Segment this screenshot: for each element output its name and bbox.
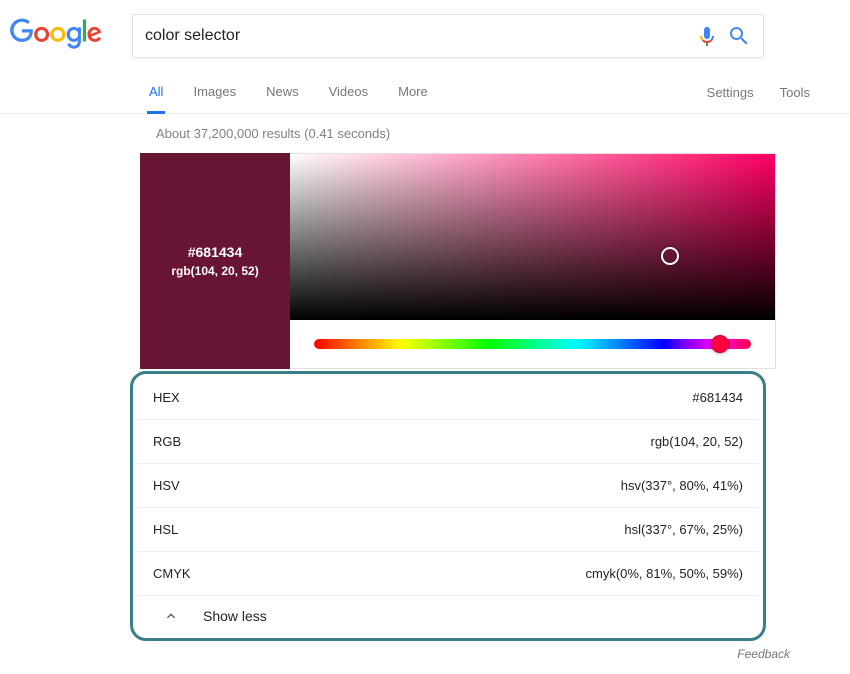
color-swatch: #681434 rgb(104, 20, 52) [140,153,290,369]
search-box[interactable] [132,14,764,58]
format-value: cmyk(0%, 81%, 50%, 59%) [585,566,743,581]
format-value: rgb(104, 20, 52) [650,434,743,449]
tools-link[interactable]: Tools [780,85,810,100]
header [0,0,850,72]
nav-tabs: All Images News Videos More [147,72,707,114]
nav-bar: All Images News Videos More Settings Too… [0,72,850,114]
format-row-cmyk: CMYK cmyk(0%, 81%, 50%, 59%) [137,552,759,596]
picker-area: #681434 rgb(104, 20, 52) [140,153,776,369]
format-label: CMYK [153,566,191,581]
picker-right [290,153,776,369]
format-value: hsl(337°, 67%, 25%) [624,522,743,537]
search-input[interactable] [145,27,695,45]
results-count: About 37,200,000 results (0.41 seconds) [0,114,850,153]
show-less-label: Show less [203,608,267,624]
color-formats-panel: HEX #681434 RGB rgb(104, 20, 52) HSV hsv… [130,371,766,641]
google-logo[interactable] [10,18,102,55]
hue-area [290,320,775,368]
microphone-icon[interactable] [695,24,719,48]
format-row-hsv: HSV hsv(337°, 80%, 41%) [137,464,759,508]
tab-images[interactable]: Images [191,72,238,114]
tab-videos[interactable]: Videos [327,72,371,114]
tab-more[interactable]: More [396,72,430,114]
format-label: RGB [153,434,181,449]
nav-right: Settings Tools [707,85,810,100]
format-label: HSL [153,522,178,537]
format-value: #681434 [692,390,743,405]
format-row-rgb: RGB rgb(104, 20, 52) [137,420,759,464]
format-label: HSV [153,478,180,493]
format-value: hsv(337°, 80%, 41%) [621,478,743,493]
color-picker-widget: #681434 rgb(104, 20, 52) [140,153,776,369]
tab-news[interactable]: News [264,72,301,114]
chevron-up-icon [163,608,179,624]
search-icon[interactable] [727,24,751,48]
saturation-field[interactable] [290,154,775,320]
hue-slider[interactable] [314,339,751,349]
hue-handle[interactable] [711,335,729,353]
settings-link[interactable]: Settings [707,85,754,100]
feedback-link[interactable]: Feedback [0,647,790,661]
swatch-rgb-label: rgb(104, 20, 52) [171,264,258,278]
format-row-hex: HEX #681434 [137,376,759,420]
swatch-hex-label: #681434 [188,244,243,260]
format-row-hsl: HSL hsl(337°, 67%, 25%) [137,508,759,552]
tab-all[interactable]: All [147,72,165,114]
show-less-button[interactable]: Show less [137,596,759,636]
saturation-handle[interactable] [661,247,679,265]
format-label: HEX [153,390,180,405]
